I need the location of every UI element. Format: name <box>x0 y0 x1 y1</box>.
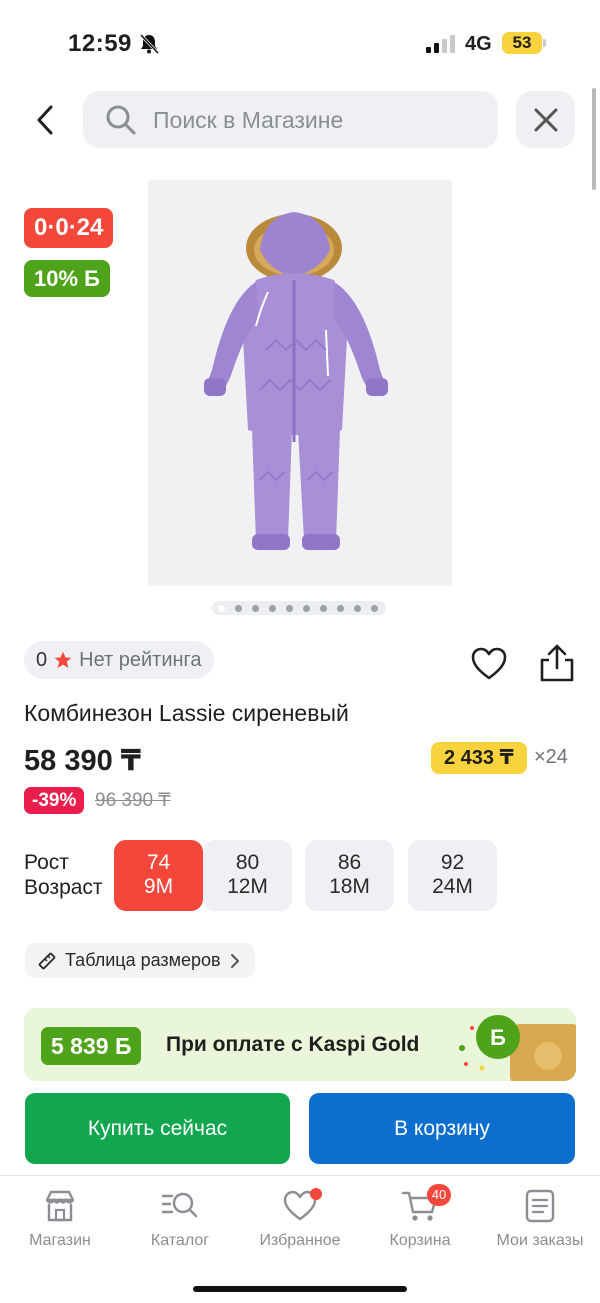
gallery-dot[interactable] <box>354 605 361 612</box>
gallery-dot[interactable] <box>320 605 327 612</box>
tab-cart[interactable]: 40 Корзина <box>360 1184 480 1250</box>
ruler-icon <box>38 952 56 969</box>
size-option-86[interactable]: 86 18M <box>305 840 394 911</box>
gallery-dot[interactable] <box>235 605 242 612</box>
favorite-button[interactable] <box>470 645 508 683</box>
age-label: Возраст <box>24 876 103 899</box>
heart-icon <box>471 647 507 680</box>
network-label: 4G <box>465 33 492 55</box>
share-icon <box>540 644 574 682</box>
battery-indicator: 53 <box>502 32 542 54</box>
gold-bonus-chip: 5 839 Б <box>41 1027 142 1065</box>
close-icon <box>534 108 558 132</box>
gallery-pagination[interactable] <box>212 601 386 615</box>
search-icon <box>106 105 136 135</box>
rating-value: 0 <box>36 649 48 671</box>
height-label: Рост <box>24 851 69 874</box>
scroll-indicator <box>592 88 596 190</box>
product-image[interactable] <box>148 180 452 586</box>
share-button[interactable] <box>537 642 577 684</box>
tab-favorites[interactable]: Избранное <box>240 1188 360 1250</box>
cart-count-badge: 40 <box>427 1184 451 1206</box>
timer-badge: 0·0·24 <box>24 208 114 248</box>
status-time: 12:59 <box>68 30 132 57</box>
size-option-92[interactable]: 92 24M <box>408 840 497 911</box>
tab-label: Корзина <box>389 1232 451 1249</box>
snowsuit-illustration <box>204 212 388 550</box>
old-price: 96 390 ₸ <box>95 790 171 811</box>
status-bar: 12:59 4G 53 <box>0 0 600 88</box>
size-age: 9M <box>143 875 174 898</box>
bonus-badge: 10% Б <box>24 260 110 297</box>
gallery-dot[interactable] <box>303 605 310 612</box>
size-table-link[interactable]: Таблица размеров <box>25 943 255 978</box>
tab-store[interactable]: Магазин <box>0 1188 120 1250</box>
size-age: 24M <box>432 875 473 898</box>
back-button[interactable] <box>24 98 68 142</box>
favorites-notification-dot <box>310 1188 322 1200</box>
add-to-cart-button[interactable]: В корзину <box>309 1093 575 1164</box>
product-price: 58 390 ₸ <box>24 745 141 777</box>
chevron-left-icon <box>37 105 53 135</box>
tab-label: Магазин <box>29 1232 91 1249</box>
tab-label: Мои заказы <box>496 1232 584 1249</box>
home-indicator <box>193 1286 407 1292</box>
gallery-dot[interactable] <box>371 605 378 612</box>
gallery-dot[interactable] <box>337 605 344 612</box>
tab-catalog[interactable]: Каталог <box>120 1188 240 1250</box>
size-labels: Рост Возраст <box>24 850 103 900</box>
battery-tip <box>543 39 546 47</box>
product-title: Комбинезон Lassie сиреневый <box>24 700 349 726</box>
size-height: 80 <box>235 851 260 874</box>
buy-now-button[interactable]: Купить сейчас <box>25 1093 290 1164</box>
discount-badge: -39% <box>24 787 85 814</box>
search-input[interactable]: Поиск в Магазине <box>83 91 498 148</box>
installment-chip[interactable]: 2 433 ₸ <box>431 742 527 774</box>
chevron-right-icon <box>230 953 239 968</box>
tab-label: Каталог <box>150 1232 210 1249</box>
bell-muted-icon <box>139 33 160 55</box>
size-option-80[interactable]: 80 12M <box>203 840 292 911</box>
size-option-74[interactable]: 74 9M <box>114 840 203 911</box>
kaspi-gold-card-icon: Б <box>459 1015 576 1081</box>
kaspi-gold-banner[interactable]: 5 839 Б При оплате с Kaspi Gold Б <box>24 1008 576 1081</box>
size-height: 74 <box>146 851 171 874</box>
size-table-label: Таблица размеров <box>65 950 221 970</box>
size-age: 12M <box>227 875 268 898</box>
gold-banner-text: При оплате с Kaspi Gold <box>166 1033 420 1056</box>
rating-text: Нет рейтинга <box>79 649 202 671</box>
gallery-dot[interactable] <box>218 605 225 612</box>
store-icon <box>45 1190 75 1222</box>
gallery-dot[interactable] <box>269 605 276 612</box>
size-height: 92 <box>440 851 465 874</box>
size-height: 86 <box>337 851 362 874</box>
gallery-dot[interactable] <box>252 605 259 612</box>
orders-icon <box>525 1189 555 1223</box>
catalog-icon <box>161 1192 198 1218</box>
tab-orders[interactable]: Мои заказы <box>480 1188 600 1250</box>
star-icon <box>54 651 72 668</box>
tab-label: Избранное <box>259 1232 341 1249</box>
tab-bar: Магазин Каталог Избранное 40 Корзина Мои… <box>0 1175 600 1303</box>
search-placeholder: Поиск в Магазине <box>153 107 344 133</box>
close-button[interactable] <box>516 91 575 148</box>
signal-icon <box>426 35 455 53</box>
rating-chip[interactable]: 0 Нет рейтинга <box>24 641 214 679</box>
installment-months: ×24 <box>534 746 568 768</box>
svg-text:Б: Б <box>490 1025 506 1050</box>
size-age: 18M <box>329 875 370 898</box>
gallery-dot[interactable] <box>286 605 293 612</box>
